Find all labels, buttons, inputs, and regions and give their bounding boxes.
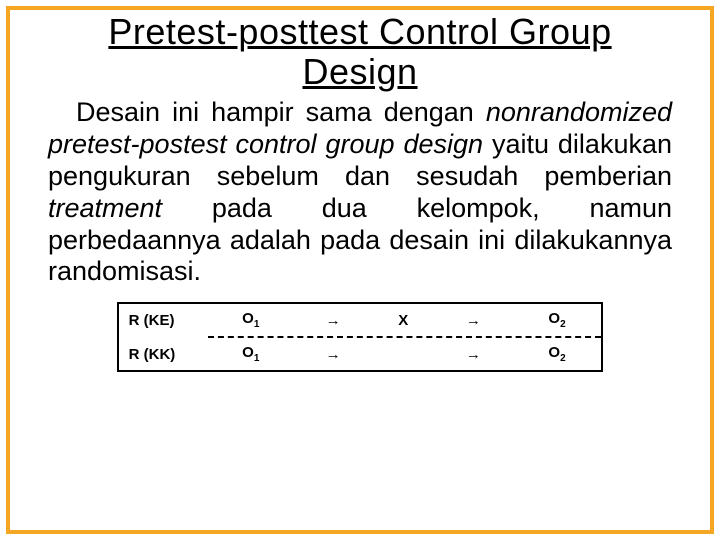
cell-o2: O2 [513, 303, 603, 336]
cell-arrow: → [434, 338, 513, 371]
o-symbol: O [242, 310, 254, 327]
o-symbol: O [242, 344, 254, 361]
slide-content: Pretest-posttest Control Group Design De… [10, 10, 710, 530]
cell-arrow: → [294, 338, 373, 371]
row-label: R (KE) [118, 303, 208, 336]
cell-o2: O2 [513, 338, 603, 371]
text-segment: Desain ini hampir sama dengan [76, 97, 486, 127]
row-label: R (KK) [118, 338, 208, 371]
text-italic: treatment [48, 193, 162, 223]
o-symbol: O [548, 310, 560, 327]
body-paragraph: Desain ini hampir sama dengan nonrandomi… [48, 97, 672, 288]
cell-arrow: → [434, 303, 513, 336]
cell-o1: O1 [208, 303, 294, 336]
o-symbol: O [548, 344, 560, 361]
o-sub: 1 [254, 319, 260, 330]
o-sub: 2 [560, 353, 566, 364]
table-divider [118, 336, 603, 338]
dashed-line [208, 336, 602, 338]
slide-title: Pretest-posttest Control Group Design [48, 12, 672, 91]
table-row: R (KK) O1 → → O2 [118, 338, 603, 371]
cell-x [372, 338, 434, 371]
design-table-wrap: R (KE) O1 → X → O2 R (KK) O1 → [117, 302, 604, 372]
table-row: R (KE) O1 → X → O2 [118, 303, 603, 336]
design-table: R (KE) O1 → X → O2 R (KK) O1 → [117, 302, 604, 372]
o-sub: 1 [254, 353, 260, 364]
cell-o1: O1 [208, 338, 294, 371]
cell-arrow: → [294, 303, 373, 336]
o-sub: 2 [560, 319, 566, 330]
cell-x: X [372, 303, 434, 336]
